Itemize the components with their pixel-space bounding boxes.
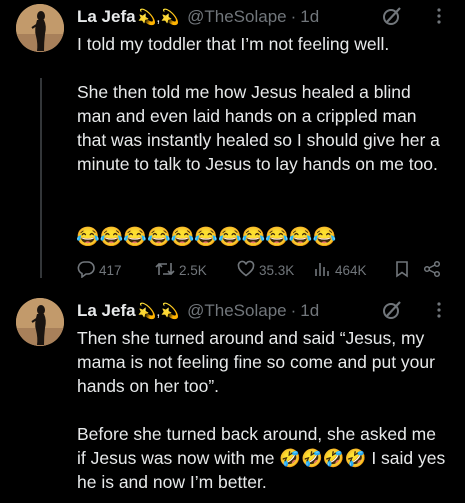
reply-icon bbox=[77, 260, 99, 281]
tweet-header: La Jefa 💫,💫 @TheSolape · 1d bbox=[77, 300, 319, 322]
author-name[interactable]: La Jefa bbox=[77, 7, 136, 27]
thread-connector-line bbox=[40, 78, 42, 278]
share-button[interactable] bbox=[423, 260, 443, 281]
repost-button[interactable]: 2.5K bbox=[155, 260, 237, 281]
timestamp[interactable]: 1d bbox=[300, 301, 319, 321]
avatar[interactable] bbox=[16, 298, 64, 346]
author-name[interactable]: La Jefa bbox=[77, 301, 136, 321]
more-icon[interactable] bbox=[429, 300, 449, 320]
like-count: 35.3K bbox=[259, 262, 295, 278]
tweet-actions: 417 2.5K 35.3K 464K bbox=[77, 259, 447, 281]
grok-icon[interactable] bbox=[381, 299, 403, 321]
repost-icon bbox=[155, 260, 179, 281]
tweet-paragraph: Before she turned back around, she asked… bbox=[77, 424, 446, 492]
timestamp[interactable]: 1d bbox=[300, 7, 319, 27]
bookmark-button[interactable] bbox=[393, 260, 423, 281]
tweet-header: La Jefa 💫,💫 @TheSolape · 1d bbox=[77, 6, 319, 28]
like-button[interactable]: 35.3K bbox=[237, 260, 313, 281]
avatar[interactable] bbox=[16, 4, 64, 52]
separator-dot: · bbox=[290, 7, 297, 26]
views-count: 464K bbox=[335, 262, 367, 278]
author-handle[interactable]: @TheSolape bbox=[187, 301, 287, 321]
author-handle[interactable]: @TheSolape bbox=[187, 7, 287, 27]
tweet-paragraph: She then told me how Jesus healed a blin… bbox=[77, 82, 440, 174]
emoji-line: 😂😂😂😂😂😂😂😂😂😂😂 bbox=[76, 227, 337, 248]
bookmark-icon bbox=[393, 260, 415, 281]
separator-dot: · bbox=[290, 301, 297, 320]
name-emoji: 💫,💫 bbox=[137, 303, 180, 320]
reply-count: 417 bbox=[99, 262, 122, 278]
more-icon[interactable] bbox=[429, 6, 449, 26]
repost-count: 2.5K bbox=[179, 262, 207, 278]
views-icon bbox=[313, 260, 335, 281]
views-button[interactable]: 464K bbox=[313, 260, 393, 281]
tweet-paragraph: Then she turned around and said “Jesus, … bbox=[77, 328, 435, 396]
reply-button[interactable]: 417 bbox=[77, 260, 155, 281]
grok-icon[interactable] bbox=[381, 5, 403, 27]
tweet-text: Then she turned around and said “Jesus, … bbox=[77, 326, 449, 494]
tweet-text: I told my toddler that I’m not feeling w… bbox=[77, 32, 449, 176]
share-icon bbox=[423, 260, 445, 281]
name-emoji: 💫,💫 bbox=[137, 9, 180, 26]
tweet-paragraph: I told my toddler that I’m not feeling w… bbox=[77, 34, 390, 54]
heart-icon bbox=[237, 260, 259, 281]
